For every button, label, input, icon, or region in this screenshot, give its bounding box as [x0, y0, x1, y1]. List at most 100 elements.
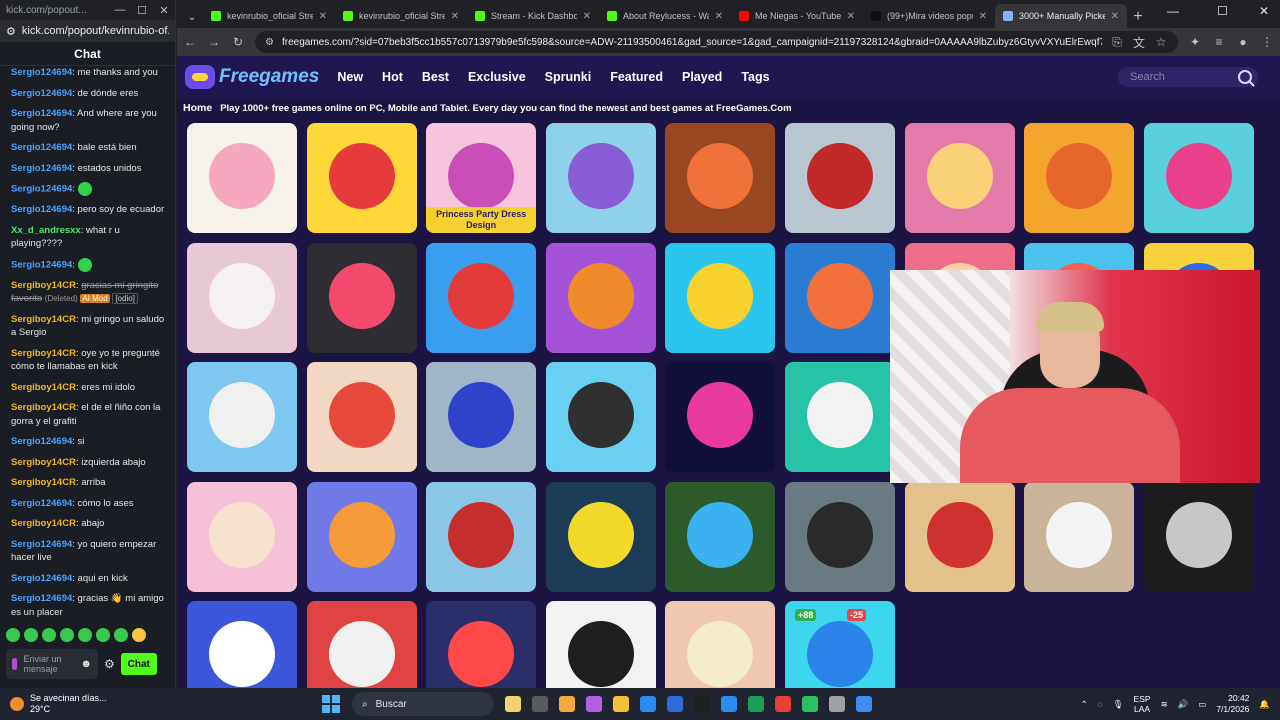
game-tile[interactable]	[306, 362, 417, 472]
emote-icon[interactable]	[42, 628, 56, 642]
chat-username[interactable]: Sergio124694	[11, 184, 72, 195]
whatsapp-icon[interactable]	[802, 696, 818, 712]
minimize-icon[interactable]: —	[1167, 4, 1179, 18]
notepad-icon[interactable]	[856, 696, 872, 712]
game-tile[interactable]	[1024, 481, 1135, 592]
emote-icon[interactable]	[6, 628, 20, 642]
reload-icon[interactable]: ↻	[231, 35, 245, 49]
language-indicator[interactable]: ESP LAA	[1134, 694, 1151, 714]
nav-hot[interactable]: Hot	[382, 70, 403, 84]
menu-icon[interactable]: ⋮	[1260, 35, 1274, 49]
chat-username[interactable]: Sergiboy14CR	[11, 348, 76, 359]
forward-icon[interactable]: →	[207, 35, 221, 49]
copilot-icon[interactable]	[586, 696, 602, 712]
browser-tab[interactable]: kevinrubio_oficial Stream ✕	[203, 4, 335, 28]
chat-username[interactable]: Sergio124694	[11, 573, 72, 584]
game-tile[interactable]	[306, 601, 417, 688]
game-tile[interactable]	[187, 601, 297, 688]
game-tile[interactable]	[1143, 123, 1254, 233]
mic-icon[interactable]	[12, 658, 18, 670]
start-button[interactable]	[322, 695, 340, 713]
close-tab-icon[interactable]: ✕	[979, 11, 987, 22]
browser-tab[interactable]: Me Niegas - YouTube ✕	[731, 4, 863, 28]
browser-tab[interactable]: (99+)Mira videos popul... ✕	[863, 4, 995, 28]
chat-username[interactable]: Sergio124694	[11, 204, 72, 215]
emote-icon[interactable]	[60, 628, 74, 642]
chat-username[interactable]: Sergio124694	[11, 593, 72, 604]
chat-username[interactable]: Sergio124694	[11, 88, 72, 99]
chat-username[interactable]: Sergiboy14CR	[11, 477, 76, 488]
file-explorer-icon[interactable]	[613, 696, 629, 712]
game-tile[interactable]	[545, 242, 656, 353]
game-tile[interactable]	[306, 123, 417, 233]
translate-icon[interactable]: 文	[1132, 34, 1146, 51]
game-tile[interactable]	[1024, 123, 1135, 233]
emoji-icon[interactable]: ☻	[80, 659, 92, 670]
search-icon[interactable]	[1238, 70, 1252, 84]
maximize-icon[interactable]: ☐	[131, 4, 153, 17]
chat-username[interactable]: Sergio124694	[11, 539, 72, 550]
game-tile[interactable]: +88 -25	[785, 601, 895, 688]
browser-tab[interactable]: 3000+ Manually Picked ✕	[995, 4, 1127, 28]
game-tile[interactable]	[785, 123, 895, 233]
battery-icon[interactable]: ▭	[1198, 699, 1206, 710]
chat-send-button[interactable]: Chat	[120, 653, 157, 675]
game-tile[interactable]	[426, 362, 537, 472]
tune-icon[interactable]: ⚙	[6, 25, 16, 38]
site-search-input[interactable]: Search	[1118, 67, 1258, 87]
chat-username[interactable]: Sergiboy14CR	[11, 518, 76, 529]
extensions-icon[interactable]: ✦	[1188, 35, 1202, 49]
nav-exclusive[interactable]: Exclusive	[468, 70, 526, 84]
game-tile[interactable]	[187, 123, 297, 233]
wifi-icon[interactable]: ≋	[1161, 699, 1168, 710]
game-tile[interactable]	[785, 362, 895, 472]
game-tile[interactable]	[1143, 481, 1254, 592]
chat-username[interactable]: Xx_d_andresxx	[11, 225, 81, 236]
chat-username[interactable]: Sergio124694	[11, 436, 72, 447]
new-tab-button[interactable]: +	[1127, 6, 1149, 28]
weather-widget[interactable]: Se avecinan días... 29°C	[0, 693, 300, 715]
game-tile[interactable]	[665, 123, 776, 233]
maximize-icon[interactable]: ☐	[1217, 4, 1228, 18]
chat-username[interactable]: Sergiboy14CR	[11, 280, 76, 291]
game-tile[interactable]	[545, 481, 656, 592]
emote-icon[interactable]	[96, 628, 110, 642]
breadcrumb-home[interactable]: Home	[183, 102, 212, 114]
game-tile[interactable]	[426, 242, 537, 353]
excel-icon[interactable]	[748, 696, 764, 712]
chat-username[interactable]: Sergio124694	[11, 142, 72, 153]
game-tile[interactable]: Princess Party Dress Design	[426, 123, 537, 233]
mail-icon[interactable]	[667, 696, 683, 712]
game-tile[interactable]	[545, 123, 656, 233]
nav-played[interactable]: Played	[682, 70, 722, 84]
clock[interactable]: 20:42 7/1/2026	[1216, 693, 1249, 715]
github-icon[interactable]	[829, 696, 845, 712]
close-tab-icon[interactable]: ✕	[583, 11, 591, 22]
profile-avatar[interactable]: ●	[1236, 35, 1250, 49]
close-tab-icon[interactable]: ✕	[715, 11, 723, 22]
game-tile[interactable]	[187, 242, 297, 353]
gear-icon[interactable]: ⚙	[104, 657, 115, 671]
store-icon[interactable]	[721, 696, 737, 712]
chat-username[interactable]: Sergio124694	[11, 498, 72, 509]
game-tile[interactable]	[187, 481, 297, 592]
browser-tab[interactable]: About Reylucess - Watch ✕	[599, 4, 731, 28]
game-tile[interactable]	[665, 362, 776, 472]
nav-sprunki[interactable]: Sprunki	[545, 70, 592, 84]
browser-tab[interactable]: kevinrubio_oficial Stream ✕	[335, 4, 467, 28]
address-bar[interactable]: ⚙ freegames.com/?sid=07beb3f5cc1b557c071…	[255, 31, 1178, 53]
media-icon[interactable]: ≡	[1212, 35, 1226, 49]
chat-message-input[interactable]: Enviar un mensaje ☻	[6, 649, 98, 679]
game-tile[interactable]	[545, 362, 656, 472]
game-tile[interactable]	[665, 601, 776, 688]
chat-username[interactable]: Sergiboy14CR	[11, 457, 76, 468]
nav-tags[interactable]: Tags	[741, 70, 769, 84]
browser-tab[interactable]: Stream - Kick Dashboard ✕	[467, 4, 599, 28]
chrome-icon[interactable]	[775, 696, 791, 712]
task-view-icon[interactable]	[505, 696, 521, 712]
chat-username[interactable]: Sergio124694	[11, 67, 72, 78]
sync-icon[interactable]: ◌	[1098, 699, 1103, 709]
site-info-icon[interactable]: ⚙	[265, 37, 274, 48]
chat-username[interactable]: Sergio124694	[11, 163, 72, 174]
game-tile[interactable]	[187, 362, 297, 472]
